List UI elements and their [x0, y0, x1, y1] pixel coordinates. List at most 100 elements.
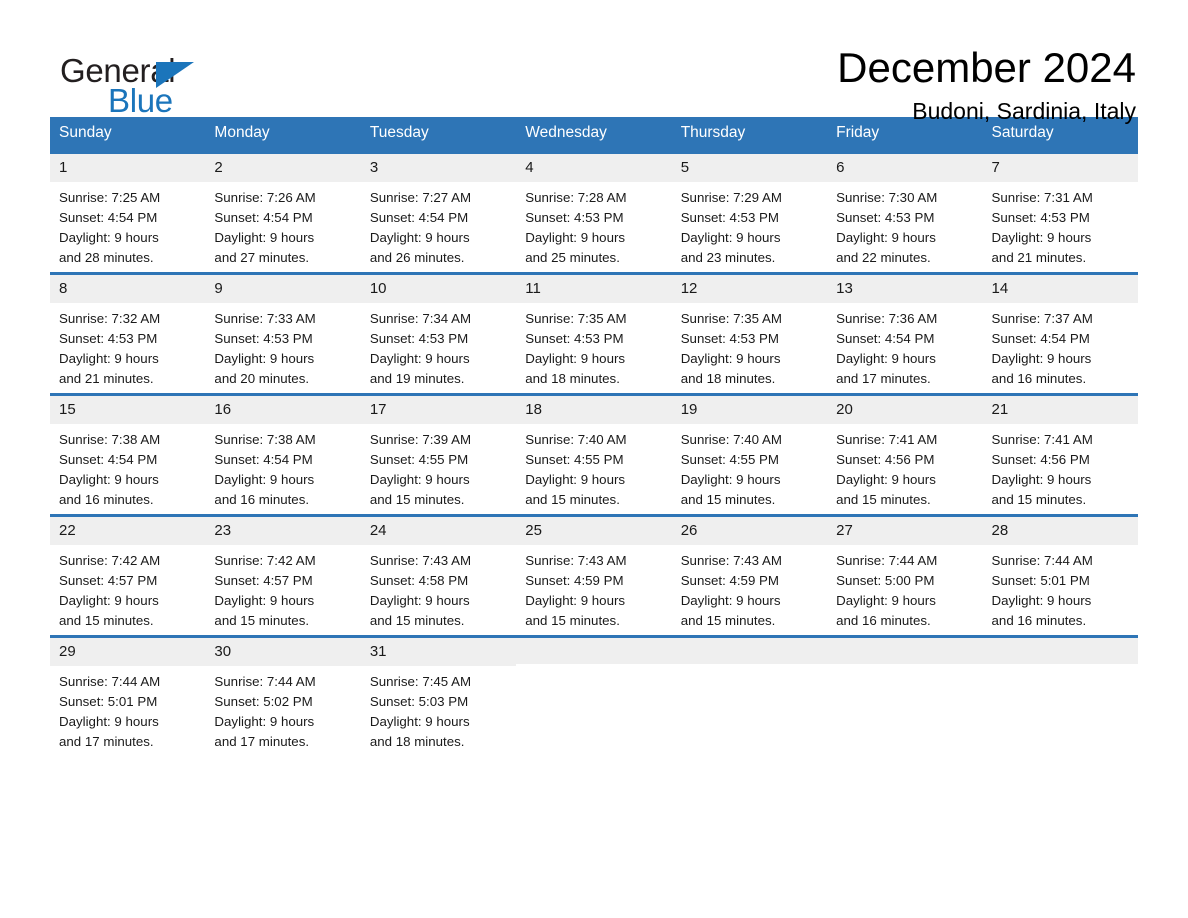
calendar-day-cell[interactable]: 16 Sunrise: 7:38 AM Sunset: 4:54 PM Dayligh… — [205, 392, 361, 516]
day-number: 4 — [516, 153, 672, 182]
calendar-day-cell[interactable]: 3 Sunrise: 7:27 AM Sunset: 4:54 PM Daylight… — [360, 150, 517, 274]
sunrise-sunset-calendar: Sunday Monday Tuesday Wednesday Thursday… — [50, 117, 1138, 756]
sunset-time: Sunset: 4:53 PM — [836, 209, 935, 225]
calendar-day-cell[interactable]: 13 Sunrise: 7:36 AM Sunset: 4:54 PM Dayligh… — [827, 271, 983, 395]
daylight-duration-line2: and 15 minutes. — [680, 612, 776, 628]
calendar-day-cell[interactable]: 11 Sunrise: 7:35 AM Sunset: 4:53 PM Dayligh… — [516, 271, 672, 395]
sunrise-time: Sunrise: 7:25 AM — [59, 189, 161, 205]
calendar-day-cell[interactable]: 9 Sunrise: 7:33 AM Sunset: 4:53 PM Daylight… — [205, 271, 361, 395]
daylight-duration-line1: Daylight: 9 hours — [680, 471, 781, 487]
day-number: 19 — [671, 395, 828, 424]
daylight-duration-line1: Daylight: 9 hours — [59, 471, 159, 487]
day-number — [827, 637, 983, 664]
daylight-duration-line1: Daylight: 9 hours — [836, 471, 936, 487]
day-number: 14 — [982, 274, 1138, 303]
day-details: Sunrise: 7:40 AM Sunset: 4:55 PM Daylight:… — [672, 424, 827, 510]
daylight-duration-line2: and 15 minutes. — [525, 491, 620, 507]
sunrise-time: Sunrise: 7:35 AM — [680, 310, 782, 326]
calendar-empty-cell — [671, 634, 828, 756]
calendar-day-cell[interactable]: 27 Sunrise: 7:44 AM Sunset: 5:00 PM Dayligh… — [827, 513, 983, 637]
daylight-duration-line1: Daylight: 9 hours — [369, 350, 470, 366]
daylight-duration-line1: Daylight: 9 hours — [525, 592, 626, 608]
calendar-day-cell[interactable]: 14 Sunrise: 7:37 AM Sunset: 4:54 PM Dayligh… — [982, 271, 1138, 395]
calendar-day-cell[interactable]: 17 Sunrise: 7:39 AM Sunset: 4:55 PM Dayligh… — [360, 392, 517, 516]
day-details: Sunrise: 7:25 AM Sunset: 4:54 PM Daylight:… — [50, 182, 205, 268]
calendar-day-cell[interactable]: 5 Sunrise: 7:29 AM Sunset: 4:53 PM Daylight… — [671, 150, 828, 274]
calendar-day-cell[interactable]: 2 Sunrise: 7:26 AM Sunset: 4:54 PM Daylight… — [205, 150, 361, 274]
sunrise-time: Sunrise: 7:43 AM — [525, 552, 627, 568]
calendar-day-cell[interactable]: 21 Sunrise: 7:41 AM Sunset: 4:56 PM Dayligh… — [982, 392, 1138, 516]
daylight-duration-line2: and 18 minutes. — [369, 733, 465, 749]
calendar-day-cell[interactable]: 19 Sunrise: 7:40 AM Sunset: 4:55 PM Dayligh… — [671, 392, 828, 516]
sunset-time: Sunset: 4:53 PM — [369, 330, 469, 346]
calendar-day-cell[interactable]: 29 Sunrise: 7:44 AM Sunset: 5:01 PM Dayligh… — [50, 634, 206, 756]
daylight-duration-line2: and 21 minutes. — [59, 370, 154, 386]
calendar-day-cell[interactable]: 28 Sunrise: 7:44 AM Sunset: 5:01 PM Dayligh… — [982, 513, 1138, 637]
day-number: 12 — [671, 274, 828, 303]
daylight-duration-line1: Daylight: 9 hours — [59, 713, 159, 729]
daylight-duration-line1: Daylight: 9 hours — [369, 229, 470, 245]
day-number: 26 — [671, 516, 828, 545]
daylight-duration-line2: and 16 minutes. — [214, 491, 310, 507]
calendar-day-cell[interactable]: 20 Sunrise: 7:41 AM Sunset: 4:56 PM Dayligh… — [827, 392, 983, 516]
calendar-day-cell[interactable]: 26 Sunrise: 7:43 AM Sunset: 4:59 PM Dayligh… — [671, 513, 828, 637]
day-number — [516, 637, 672, 664]
calendar-week-row: 29 Sunrise: 7:44 AM Sunset: 5:01 PM Dayligh… — [50, 634, 1138, 756]
daylight-duration-line2: and 21 minutes. — [991, 249, 1087, 265]
daylight-duration-line1: Daylight: 9 hours — [214, 471, 315, 487]
calendar-body: 1 Sunrise: 7:25 AM Sunset: 4:54 PM Daylight… — [50, 150, 1138, 756]
generalblue-logo[interactable]: General Blue — [60, 46, 250, 122]
daylight-duration-line1: Daylight: 9 hours — [214, 350, 315, 366]
calendar-day-cell[interactable]: 30 Sunrise: 7:44 AM Sunset: 5:02 PM Dayligh… — [205, 634, 361, 756]
day-details: Sunrise: 7:43 AM Sunset: 4:59 PM Daylight:… — [516, 545, 671, 631]
sunset-time: Sunset: 5:01 PM — [991, 572, 1090, 588]
calendar-week-row: 8 Sunrise: 7:32 AM Sunset: 4:53 PM Daylight… — [50, 271, 1138, 395]
daylight-duration-line2: and 26 minutes. — [369, 249, 465, 265]
calendar-day-cell[interactable]: 7 Sunrise: 7:31 AM Sunset: 4:53 PM Daylight… — [982, 150, 1138, 274]
sunrise-time: Sunrise: 7:36 AM — [836, 310, 938, 326]
sunrise-time: Sunrise: 7:40 AM — [680, 431, 782, 447]
day-number: 8 — [50, 274, 206, 303]
calendar-day-cell[interactable]: 6 Sunrise: 7:30 AM Sunset: 4:53 PM Daylight… — [827, 150, 983, 274]
sunset-time: Sunset: 4:54 PM — [214, 209, 313, 225]
sunset-time: Sunset: 5:02 PM — [214, 693, 313, 709]
calendar-day-cell[interactable]: 15 Sunrise: 7:38 AM Sunset: 4:54 PM Dayligh… — [50, 392, 206, 516]
calendar-day-cell[interactable]: 25 Sunrise: 7:43 AM Sunset: 4:59 PM Dayligh… — [516, 513, 672, 637]
calendar-day-cell[interactable]: 24 Sunrise: 7:43 AM Sunset: 4:58 PM Dayligh… — [360, 513, 517, 637]
daylight-duration-line2: and 15 minutes. — [525, 612, 620, 628]
sunset-time: Sunset: 4:57 PM — [214, 572, 313, 588]
calendar-day-cell[interactable]: 31 Sunrise: 7:45 AM Sunset: 5:03 PM Dayligh… — [360, 634, 517, 756]
calendar-day-cell[interactable]: 12 Sunrise: 7:35 AM Sunset: 4:53 PM Dayligh… — [671, 271, 828, 395]
daylight-duration-line2: and 17 minutes. — [214, 733, 310, 749]
sunrise-time: Sunrise: 7:42 AM — [214, 552, 316, 568]
calendar-day-cell[interactable]: 8 Sunrise: 7:32 AM Sunset: 4:53 PM Daylight… — [50, 271, 206, 395]
sunrise-time: Sunrise: 7:27 AM — [369, 189, 472, 205]
daylight-duration-line1: Daylight: 9 hours — [59, 592, 159, 608]
weekday-header-tuesday: Tuesday — [360, 117, 517, 153]
calendar-day-cell[interactable]: 4 Sunrise: 7:28 AM Sunset: 4:53 PM Daylight… — [516, 150, 672, 274]
calendar-day-cell[interactable]: 18 Sunrise: 7:40 AM Sunset: 4:55 PM Dayligh… — [516, 392, 672, 516]
calendar-day-cell[interactable]: 1 Sunrise: 7:25 AM Sunset: 4:54 PM Daylight… — [50, 150, 206, 274]
sunset-time: Sunset: 4:56 PM — [991, 451, 1090, 467]
sunrise-time: Sunrise: 7:41 AM — [836, 431, 938, 447]
daylight-duration-line1: Daylight: 9 hours — [369, 592, 470, 608]
page-title: December 2024 — [837, 44, 1136, 91]
sunrise-time: Sunrise: 7:44 AM — [991, 552, 1093, 568]
day-number: 16 — [205, 395, 361, 424]
day-number: 6 — [827, 153, 983, 182]
daylight-duration-line1: Daylight: 9 hours — [836, 592, 936, 608]
sunrise-time: Sunrise: 7:26 AM — [214, 189, 316, 205]
calendar-day-cell[interactable]: 10 Sunrise: 7:34 AM Sunset: 4:53 PM Dayligh… — [360, 271, 517, 395]
daylight-duration-line2: and 28 minutes. — [59, 249, 154, 265]
calendar-day-cell[interactable]: 23 Sunrise: 7:42 AM Sunset: 4:57 PM Dayligh… — [205, 513, 361, 637]
daylight-duration-line1: Daylight: 9 hours — [59, 229, 159, 245]
sunrise-time: Sunrise: 7:38 AM — [214, 431, 316, 447]
sunset-time: Sunset: 4:55 PM — [680, 451, 779, 467]
title-block: December 2024 Budoni, Sardinia, Italy — [837, 44, 1138, 124]
daylight-duration-line2: and 27 minutes. — [214, 249, 310, 265]
sunrise-time: Sunrise: 7:37 AM — [991, 310, 1093, 326]
calendar-empty-cell — [827, 634, 983, 756]
day-number: 9 — [205, 274, 361, 303]
calendar-day-cell[interactable]: 22 Sunrise: 7:42 AM Sunset: 4:57 PM Dayligh… — [50, 513, 206, 637]
daylight-duration-line2: and 19 minutes. — [369, 370, 465, 386]
